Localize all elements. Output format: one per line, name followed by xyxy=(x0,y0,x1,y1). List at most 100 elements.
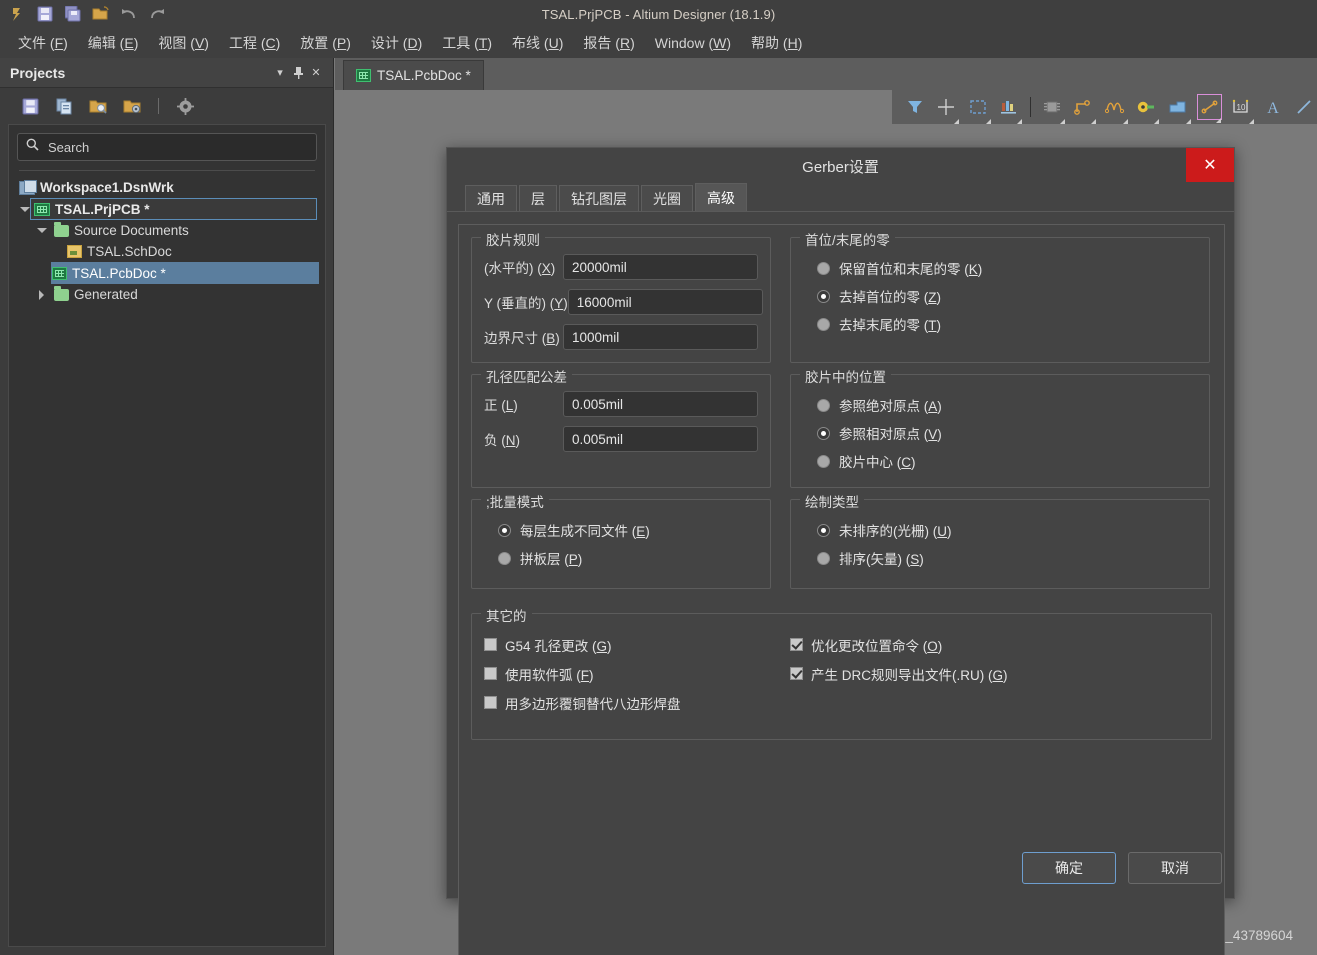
close-icon[interactable]: ✕ xyxy=(1186,148,1234,182)
tree-item-pcbdoc[interactable]: TSAL.PcbDoc * xyxy=(51,262,319,284)
line-icon[interactable] xyxy=(1291,94,1317,120)
dropdown-caret-icon[interactable] xyxy=(1216,118,1222,123)
tree-item-source-documents[interactable]: Source Documents xyxy=(17,220,317,241)
tolerance-positive-input[interactable] xyxy=(563,391,758,417)
radio-button[interactable] xyxy=(817,398,830,412)
polygon-pour-icon[interactable] xyxy=(1165,94,1191,124)
menu-edit[interactable]: 编辑 (E) xyxy=(78,29,149,57)
menu-route[interactable]: 布线 (U) xyxy=(502,29,573,57)
chevron-down-icon[interactable]: ▾ xyxy=(271,64,289,82)
check-g54-aperture-change[interactable]: G54 孔径更改 (G) xyxy=(484,630,790,659)
radio-button[interactable] xyxy=(498,551,511,565)
tree-item-schdoc[interactable]: TSAL.SchDoc xyxy=(17,241,317,262)
check-use-software-arcs[interactable]: 使用软件弧 (F) xyxy=(484,659,790,688)
radio-separate-file-per-layer[interactable]: 每层生成不同文件 (E) xyxy=(484,516,758,544)
select-area-icon[interactable] xyxy=(965,94,991,124)
project-options-icon[interactable] xyxy=(120,94,144,118)
cancel-button[interactable]: 取消 xyxy=(1128,852,1222,884)
radio-button[interactable] xyxy=(817,289,830,303)
radio-sorted-vector[interactable]: 排序(矢量) (S) xyxy=(803,544,1197,572)
layer-stack-icon[interactable] xyxy=(997,94,1023,124)
checkbox[interactable] xyxy=(484,696,497,709)
text-icon[interactable]: A xyxy=(1260,94,1286,120)
tab-layers[interactable]: 层 xyxy=(519,185,557,211)
radio-center-on-film[interactable]: 胶片中心 (C) xyxy=(803,447,1197,475)
copy-icon[interactable] xyxy=(52,94,76,118)
open-icon[interactable] xyxy=(88,1,114,27)
redo-icon[interactable] xyxy=(144,1,170,27)
search-input[interactable] xyxy=(46,138,308,156)
project-icon xyxy=(34,202,50,216)
pin-icon[interactable] xyxy=(289,64,307,82)
tab-advanced[interactable]: 高级 xyxy=(695,183,747,211)
gear-icon[interactable] xyxy=(173,94,197,118)
save-icon[interactable] xyxy=(32,1,58,27)
menu-project[interactable]: 工程 (C) xyxy=(219,29,290,57)
check-optimize-change-location[interactable]: 优化更改位置命令 (O) xyxy=(790,630,1199,659)
save-icon[interactable] xyxy=(18,94,42,118)
filter-icon[interactable] xyxy=(902,94,928,120)
menu-place[interactable]: 放置 (P) xyxy=(290,29,361,57)
radio-reference-absolute-origin[interactable]: 参照绝对原点 (A) xyxy=(803,391,1197,419)
crosshair-icon[interactable] xyxy=(934,94,960,124)
other-checks-left: G54 孔径更改 (G) 使用软件弧 (F) 用多边形覆铜替代八边形焊盘 xyxy=(484,630,790,717)
expand-twisty-icon[interactable] xyxy=(37,226,47,235)
dimension-line-icon[interactable] xyxy=(1196,94,1223,123)
radio-button[interactable] xyxy=(817,454,830,468)
save-all-icon[interactable] xyxy=(60,1,86,27)
via-icon[interactable] xyxy=(1134,94,1160,124)
open-project-icon[interactable] xyxy=(86,94,110,118)
group-aperture-tolerance: 孔径匹配公差 正 (L) 负 (N) xyxy=(471,366,771,488)
tab-apertures[interactable]: 光圈 xyxy=(641,185,693,211)
component-icon[interactable] xyxy=(1039,94,1065,124)
menu-window[interactable]: Window (W) xyxy=(645,31,741,55)
tolerance-negative-input[interactable] xyxy=(563,426,758,452)
project-tree: Workspace1.DsnWrk TSAL.PrjPCB * Source D… xyxy=(17,177,319,305)
menu-tools[interactable]: 工具 (T) xyxy=(432,29,502,57)
checkbox[interactable] xyxy=(790,638,803,651)
radio-button[interactable] xyxy=(498,523,511,537)
radio-unsorted-raster[interactable]: 未排序的(光栅) (U) xyxy=(803,516,1197,544)
checkbox[interactable] xyxy=(484,667,497,680)
search-box[interactable] xyxy=(17,133,317,161)
tab-tsal-pcbdoc[interactable]: TSAL.PcbDoc * xyxy=(343,60,484,90)
radio-button[interactable] xyxy=(817,317,830,331)
radio-panelize-layers[interactable]: 拼板层 (P) xyxy=(484,544,758,572)
measure-icon[interactable]: 10 xyxy=(1228,94,1254,124)
close-icon[interactable]: ✕ xyxy=(307,64,325,82)
expand-twisty-icon[interactable] xyxy=(20,205,30,214)
radio-keep-leading-trailing-zeroes[interactable]: 保留首位和末尾的零 (K) xyxy=(803,254,1197,282)
projects-toolbar xyxy=(0,88,333,124)
menu-view[interactable]: 视图 (V) xyxy=(148,29,219,57)
radio-button[interactable] xyxy=(817,523,830,537)
tab-drill-drawing[interactable]: 钻孔图层 xyxy=(559,185,639,211)
route-trace-icon[interactable] xyxy=(1071,94,1097,124)
menu-reports[interactable]: 报告 (R) xyxy=(573,29,644,57)
checkbox[interactable] xyxy=(484,638,497,651)
menu-design[interactable]: 设计 (D) xyxy=(361,29,432,57)
border-size-input[interactable] xyxy=(563,324,758,350)
pcb-icon xyxy=(52,266,67,280)
tree-item-project[interactable]: TSAL.PrjPCB * xyxy=(20,198,317,220)
tree-item-generated[interactable]: Generated xyxy=(17,284,317,305)
collapse-twisty-icon[interactable] xyxy=(37,290,46,300)
film-size-y-input[interactable] xyxy=(567,289,763,315)
radio-button[interactable] xyxy=(817,426,830,440)
check-generate-drc-rules-export[interactable]: 产生 DRC规则导出文件(.RU) (G) xyxy=(790,659,1199,688)
menu-file[interactable]: 文件 (F) xyxy=(8,29,78,57)
radio-suppress-leading-zeroes[interactable]: 去掉首位的零 (Z) xyxy=(803,282,1197,310)
film-size-x-input[interactable] xyxy=(563,254,758,280)
radio-button[interactable] xyxy=(817,261,830,275)
radio-reference-relative-origin[interactable]: 参照相对原点 (V) xyxy=(803,419,1197,447)
tab-general[interactable]: 通用 xyxy=(465,185,517,211)
differential-pair-icon[interactable] xyxy=(1102,94,1128,124)
field-label: 边界尺寸 (B) xyxy=(484,331,560,346)
check-polygon-instead-of-octagon-pad[interactable]: 用多边形覆铜替代八边形焊盘 xyxy=(484,688,790,717)
ok-button[interactable]: 确定 xyxy=(1022,852,1116,884)
menu-help[interactable]: 帮助 (H) xyxy=(741,29,812,57)
radio-suppress-trailing-zeroes[interactable]: 去掉末尾的零 (T) xyxy=(803,310,1197,338)
checkbox[interactable] xyxy=(790,667,803,680)
radio-button[interactable] xyxy=(817,551,830,565)
undo-icon[interactable] xyxy=(116,1,142,27)
tree-item-workspace[interactable]: Workspace1.DsnWrk xyxy=(17,177,317,198)
